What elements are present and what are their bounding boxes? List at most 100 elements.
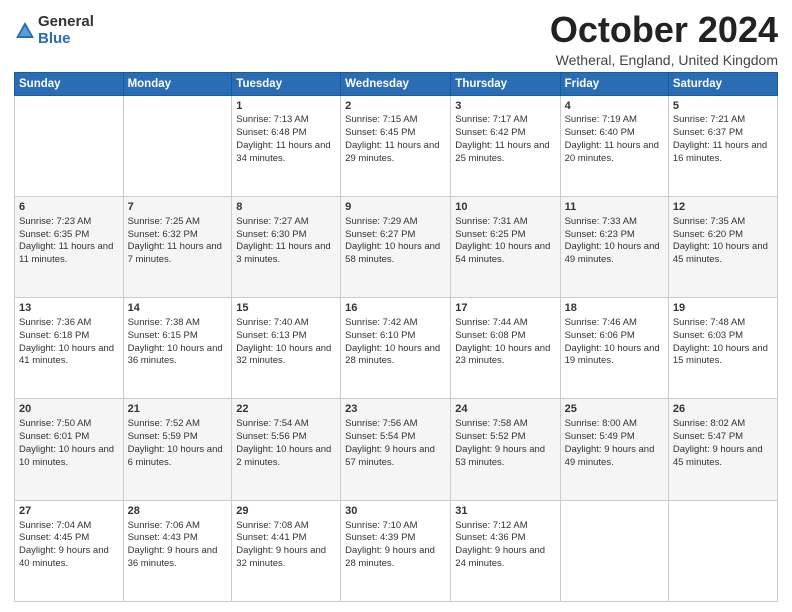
cell-content: 4Sunrise: 7:19 AMSunset: 6:40 PMDaylight… — [565, 99, 664, 166]
table-cell: 28Sunrise: 7:06 AMSunset: 4:43 PMDayligh… — [123, 500, 232, 601]
sunrise-text: Sunrise: 7:10 AM — [345, 520, 417, 531]
cell-content: 23Sunrise: 7:56 AMSunset: 5:54 PMDayligh… — [345, 402, 446, 469]
day-number: 12 — [673, 200, 773, 215]
logo-blue: Blue — [38, 31, 94, 48]
cell-content: 1Sunrise: 7:13 AMSunset: 6:48 PMDaylight… — [236, 99, 336, 166]
cell-content: 30Sunrise: 7:10 AMSunset: 4:39 PMDayligh… — [345, 504, 446, 571]
daylight-text: Daylight: 9 hours and 24 minutes. — [455, 545, 545, 569]
table-cell: 9Sunrise: 7:29 AMSunset: 6:27 PMDaylight… — [341, 196, 451, 297]
table-cell: 25Sunrise: 8:00 AMSunset: 5:49 PMDayligh… — [560, 399, 668, 500]
cell-content: 31Sunrise: 7:12 AMSunset: 4:36 PMDayligh… — [455, 504, 555, 571]
cell-content: 16Sunrise: 7:42 AMSunset: 6:10 PMDayligh… — [345, 301, 446, 368]
sunset-text: Sunset: 6:32 PM — [128, 229, 198, 240]
sunrise-text: Sunrise: 7:38 AM — [128, 317, 200, 328]
week-row-4: 20Sunrise: 7:50 AMSunset: 6:01 PMDayligh… — [15, 399, 778, 500]
cell-content: 5Sunrise: 7:21 AMSunset: 6:37 PMDaylight… — [673, 99, 773, 166]
cell-content: 28Sunrise: 7:06 AMSunset: 4:43 PMDayligh… — [128, 504, 228, 571]
daylight-text: Daylight: 9 hours and 32 minutes. — [236, 545, 326, 569]
week-row-1: 1Sunrise: 7:13 AMSunset: 6:48 PMDaylight… — [15, 95, 778, 196]
table-cell: 12Sunrise: 7:35 AMSunset: 6:20 PMDayligh… — [668, 196, 777, 297]
month-title: October 2024 — [550, 10, 778, 50]
sunrise-text: Sunrise: 7:48 AM — [673, 317, 745, 328]
day-number: 15 — [236, 301, 336, 316]
sunrise-text: Sunrise: 7:29 AM — [345, 216, 417, 227]
daylight-text: Daylight: 10 hours and 10 minutes. — [19, 444, 114, 468]
day-number: 22 — [236, 402, 336, 417]
title-block: October 2024 Wetheral, England, United K… — [550, 10, 778, 68]
cell-content: 11Sunrise: 7:33 AMSunset: 6:23 PMDayligh… — [565, 200, 664, 267]
sunset-text: Sunset: 6:20 PM — [673, 229, 743, 240]
day-number: 6 — [19, 200, 119, 215]
cell-content: 18Sunrise: 7:46 AMSunset: 6:06 PMDayligh… — [565, 301, 664, 368]
table-cell: 20Sunrise: 7:50 AMSunset: 6:01 PMDayligh… — [15, 399, 124, 500]
cell-content: 29Sunrise: 7:08 AMSunset: 4:41 PMDayligh… — [236, 504, 336, 571]
table-cell: 24Sunrise: 7:58 AMSunset: 5:52 PMDayligh… — [451, 399, 560, 500]
header: General Blue October 2024 Wetheral, Engl… — [14, 10, 778, 68]
table-cell: 8Sunrise: 7:27 AMSunset: 6:30 PMDaylight… — [232, 196, 341, 297]
daylight-text: Daylight: 10 hours and 36 minutes. — [128, 343, 223, 367]
sunset-text: Sunset: 4:43 PM — [128, 532, 198, 543]
sunrise-text: Sunrise: 7:52 AM — [128, 418, 200, 429]
daylight-text: Daylight: 9 hours and 36 minutes. — [128, 545, 218, 569]
sunrise-text: Sunrise: 7:54 AM — [236, 418, 308, 429]
cell-content: 10Sunrise: 7:31 AMSunset: 6:25 PMDayligh… — [455, 200, 555, 267]
sunset-text: Sunset: 6:37 PM — [673, 127, 743, 138]
cell-content: 9Sunrise: 7:29 AMSunset: 6:27 PMDaylight… — [345, 200, 446, 267]
sunset-text: Sunset: 6:08 PM — [455, 330, 525, 341]
daylight-text: Daylight: 11 hours and 34 minutes. — [236, 140, 330, 164]
daylight-text: Daylight: 10 hours and 32 minutes. — [236, 343, 331, 367]
daylight-text: Daylight: 10 hours and 23 minutes. — [455, 343, 550, 367]
day-number: 5 — [673, 99, 773, 114]
day-number: 29 — [236, 504, 336, 519]
table-cell: 23Sunrise: 7:56 AMSunset: 5:54 PMDayligh… — [341, 399, 451, 500]
col-sunday: Sunday — [15, 72, 124, 95]
sunrise-text: Sunrise: 7:12 AM — [455, 520, 527, 531]
sunset-text: Sunset: 6:45 PM — [345, 127, 415, 138]
week-row-2: 6Sunrise: 7:23 AM Sunset: 6:35 PM Daylight… — [15, 196, 778, 297]
day-number: 9 — [345, 200, 446, 215]
table-cell: 2Sunrise: 7:15 AMSunset: 6:45 PMDaylight… — [341, 95, 451, 196]
day-number: 8 — [236, 200, 336, 215]
sunset-text: Sunset: 6:40 PM — [565, 127, 635, 138]
table-cell: 4Sunrise: 7:19 AMSunset: 6:40 PMDaylight… — [560, 95, 668, 196]
daylight-text: Daylight: 9 hours and 53 minutes. — [455, 444, 545, 468]
daylight-text: Daylight: 9 hours and 45 minutes. — [673, 444, 763, 468]
sunrise-text: Sunrise: 7:17 AM — [455, 114, 527, 125]
daylight-text: Daylight: 10 hours and 15 minutes. — [673, 343, 768, 367]
day-number: 19 — [673, 301, 773, 316]
logo-icon — [14, 20, 36, 42]
sunset-text: Sunset: 5:49 PM — [565, 431, 635, 442]
daylight-text: Daylight: 10 hours and 58 minutes. — [345, 241, 440, 265]
table-cell: 10Sunrise: 7:31 AMSunset: 6:25 PMDayligh… — [451, 196, 560, 297]
cell-content: 21Sunrise: 7:52 AMSunset: 5:59 PMDayligh… — [128, 402, 228, 469]
cell-content: 13Sunrise: 7:36 AMSunset: 6:18 PMDayligh… — [19, 301, 119, 368]
day-number: 26 — [673, 402, 773, 417]
day-number: 17 — [455, 301, 555, 316]
location: Wetheral, England, United Kingdom — [550, 52, 778, 68]
day-number: 7 — [128, 200, 228, 215]
sunset-text: Sunset: 6:35 PM — [19, 229, 89, 240]
day-number: 21 — [128, 402, 228, 417]
sunrise-text: Sunrise: 8:02 AM — [673, 418, 745, 429]
sunset-text: Sunset: 6:23 PM — [565, 229, 635, 240]
table-cell: 5Sunrise: 7:21 AMSunset: 6:37 PMDaylight… — [668, 95, 777, 196]
table-cell — [668, 500, 777, 601]
sunset-text: Sunset: 5:52 PM — [455, 431, 525, 442]
day-number: 4 — [565, 99, 664, 114]
daylight-text: Daylight: 10 hours and 19 minutes. — [565, 343, 660, 367]
cell-content: 25Sunrise: 8:00 AMSunset: 5:49 PMDayligh… — [565, 402, 664, 469]
table-cell: 17Sunrise: 7:44 AM Sunset: 6:08 PM Dayligh… — [451, 298, 560, 399]
sunset-text: Sunset: 6:18 PM — [19, 330, 89, 341]
sunrise-text: Sunrise: 7:44 AM — [455, 317, 527, 328]
sunset-text: Sunset: 5:54 PM — [345, 431, 415, 442]
sunrise-text: Sunrise: 7:25 AM — [128, 216, 200, 227]
week-row-5: 27Sunrise: 7:04 AMSunset: 4:45 PMDayligh… — [15, 500, 778, 601]
table-cell: 13Sunrise: 7:36 AMSunset: 6:18 PMDayligh… — [15, 298, 124, 399]
sunrise-text: Sunrise: 7:19 AM — [565, 114, 637, 125]
sunrise-text: Sunrise: 7:23 AM — [19, 216, 91, 227]
day-number: 27 — [19, 504, 119, 519]
day-number: 23 — [345, 402, 446, 417]
sunset-text: Sunset: 4:41 PM — [236, 532, 306, 543]
cell-content: 20Sunrise: 7:50 AMSunset: 6:01 PMDayligh… — [19, 402, 119, 469]
week-row-3: 13Sunrise: 7:36 AMSunset: 6:18 PMDayligh… — [15, 298, 778, 399]
